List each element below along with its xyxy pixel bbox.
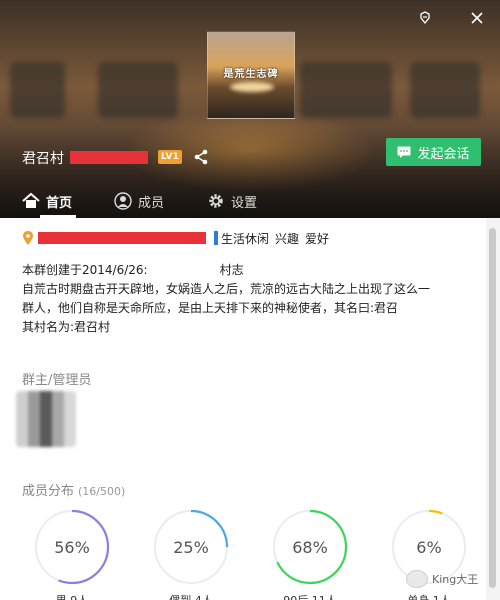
intro-line: 群人，他们自称是天命所应，是由上天排下来的神秘使者，其名曰:君召 [22, 301, 399, 315]
level-badge: LV1 [158, 150, 182, 164]
cover-text: 是荒生志碑 [223, 69, 279, 80]
tab-settings-label: 设置 [231, 195, 258, 211]
member-icon [114, 192, 132, 210]
tag-item[interactable]: 兴趣 [275, 230, 299, 247]
ring-label: 男 9人 [33, 592, 111, 600]
location-icon [23, 231, 33, 245]
tab-settings[interactable]: 设置 [207, 184, 257, 218]
background-decoration [98, 62, 178, 118]
ring-value: 68% [292, 538, 328, 557]
watermark: King大王 [406, 570, 478, 588]
redacted-location [38, 232, 206, 244]
group-header-banner: 是荒生志碑 君召村 LV1 发起会话 首页 成员 设置 [0, 0, 500, 218]
group-introduction: 本群创建于2014/6/26: 村志 自荒古时期盘古开天辟地，女娲造人之后，荒凉的… [22, 261, 477, 337]
start-chat-label: 发起会话 [417, 146, 470, 162]
home-icon [22, 192, 40, 208]
intro-line: 其村名为:君召村 [22, 320, 111, 334]
ring-value: 56% [54, 538, 90, 557]
location-and-tags: 生活休闲 兴趣 爱好 [22, 228, 335, 248]
avatar[interactable] [16, 391, 76, 447]
background-decoration [10, 62, 65, 118]
gear-icon [209, 194, 223, 208]
start-chat-button[interactable]: 发起会话 [386, 138, 481, 166]
watermark-text: King大王 [432, 573, 479, 586]
chat-icon [397, 146, 411, 158]
scrollbar-thumb[interactable] [489, 228, 496, 588]
tab-home[interactable]: 首页 [22, 184, 72, 218]
admins-section-title: 群主/管理员 [22, 373, 92, 388]
ring-label: 偶到 4人 [152, 592, 230, 600]
group-cover-image: 是荒生志碑 [207, 31, 295, 119]
members-title: 成员分布 [22, 484, 75, 499]
stat-ring-age: 68% [271, 508, 349, 586]
ring-value: 6% [416, 538, 442, 557]
ring-label: 90后 11人 [271, 592, 349, 600]
ring-value: 25% [173, 538, 209, 557]
skin-icon[interactable] [414, 8, 436, 28]
intro-line: 自荒古时期盘古开天辟地，女娲造人之后，荒凉的远古大陆之上出现了这么一 [22, 282, 431, 296]
intro-line: 村志 [219, 263, 244, 277]
stat-ring-pairs: 25% [152, 508, 230, 586]
member-count: (16/500) [78, 485, 126, 498]
members-section-title: 成员分布 (16/500) [22, 480, 125, 499]
close-icon[interactable] [466, 8, 488, 28]
tab-members[interactable]: 成员 [114, 184, 164, 218]
tag-item[interactable]: 爱好 [305, 230, 329, 247]
wechat-icon [406, 570, 428, 588]
group-name: 君召村 [22, 151, 64, 167]
tag-marker [214, 231, 218, 245]
tab-home-label: 首页 [46, 195, 73, 211]
intro-line: 本群创建于2014/6/26: [22, 263, 148, 277]
cover-sun [230, 82, 274, 92]
stat-ring-gender: 56% [33, 508, 111, 586]
background-decoration [410, 62, 480, 118]
redacted-group-id [70, 151, 148, 164]
ring-label: 单身 1人 [390, 592, 468, 600]
background-decoration [300, 62, 392, 118]
share-icon[interactable] [192, 148, 210, 166]
tab-bar: 首页 成员 设置 [0, 184, 500, 218]
tab-members-label: 成员 [138, 195, 165, 211]
tag-item[interactable]: 生活休闲 [221, 230, 269, 247]
